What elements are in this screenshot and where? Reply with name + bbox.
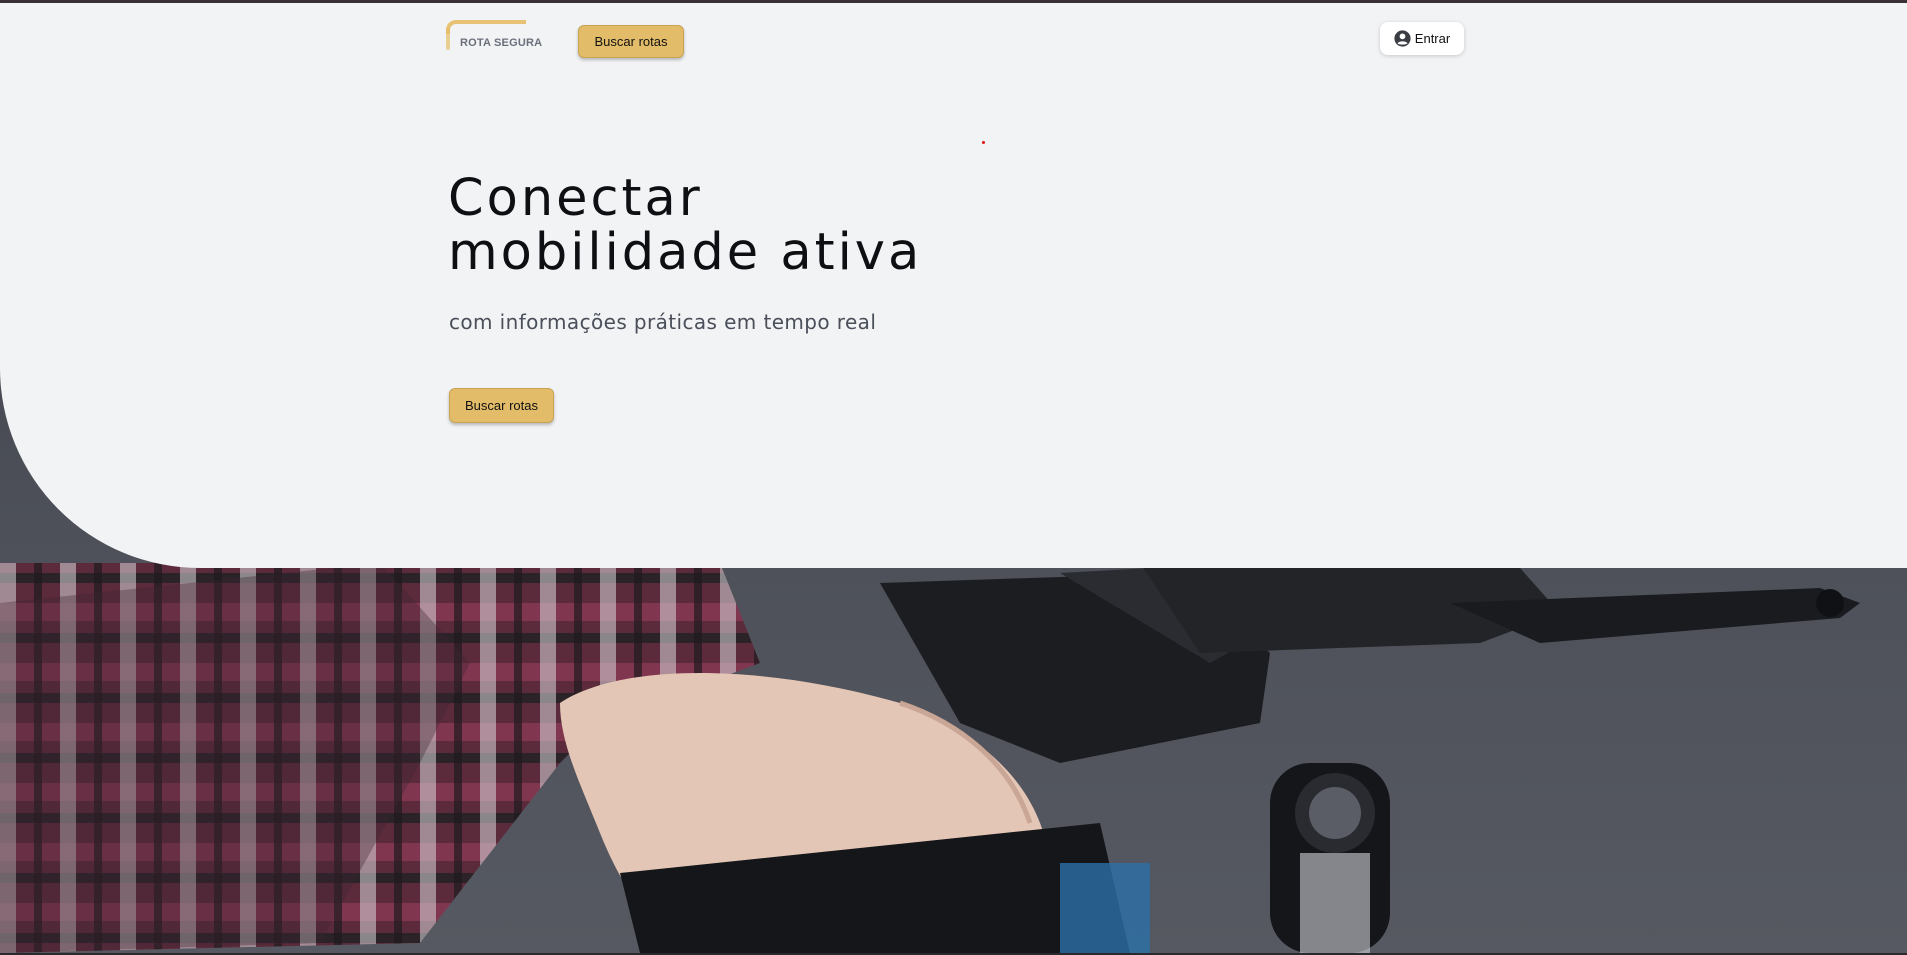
red-dot <box>982 141 985 144</box>
header-search-routes-button[interactable]: Buscar rotas <box>578 25 684 58</box>
hero-title-line2: mobilidade ativa <box>448 223 923 282</box>
hero-subtitle: com informações práticas em tempo real <box>449 310 877 334</box>
hero-search-routes-button[interactable]: Buscar rotas <box>449 388 554 423</box>
hero-title-line1: Conectar <box>448 169 703 228</box>
login-button-label: Entrar <box>1414 31 1451 46</box>
hero-panel <box>0 3 1907 568</box>
user-circle-icon <box>1394 30 1411 47</box>
login-button[interactable]: Entrar <box>1380 22 1464 55</box>
window-top-border <box>0 0 1907 3</box>
logo-text: ROTA SEGURA <box>460 37 543 49</box>
logo-mark <box>446 20 526 34</box>
logo-mark-tail <box>446 28 450 50</box>
logo[interactable]: ROTA SEGURA <box>446 18 542 54</box>
hero-title: Conectar mobilidade ativa <box>448 172 1148 280</box>
